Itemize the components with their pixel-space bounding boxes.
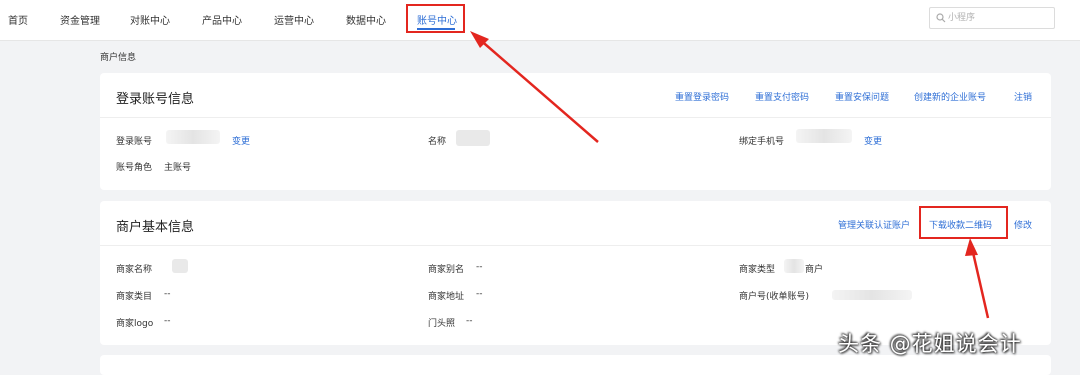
redacted-value [166,130,220,144]
login-account-card: 登录账号信息 重置登录密码 重置支付密码 重置安保问题 创建新的企业账号 注销 … [100,73,1051,190]
nav-item-reconciliation[interactable]: 对账中心 [130,12,170,27]
login-account-label: 登录账号 [116,137,153,147]
card-title: 商户基本信息 [116,220,195,235]
account-role-label: 账号角色 [116,163,153,173]
bound-phone-label: 绑定手机号 [739,137,785,147]
merchant-name-label: 商家名称 [116,265,153,275]
redacted-value [456,130,490,146]
merchant-category-label: 商家类目 [116,292,153,302]
card-header: 登录账号信息 重置登录密码 重置支付密码 重置安保问题 创建新的企业账号 注销 [100,73,1051,118]
nav-item-home[interactable]: 首页 [8,12,28,27]
merchant-info-card: 商户基本信息 管理关联认证账户 下载收款二维码 修改 商家名称 商家别名 -- … [100,201,1051,345]
search-input[interactable] [948,10,1048,26]
nav-item-operations[interactable]: 运营中心 [274,12,314,27]
nav-item-data[interactable]: 数据中心 [346,12,386,27]
merchant-alias-label: 商家别名 [428,265,465,275]
name-label: 名称 [428,137,447,147]
merchant-logo-label: 商家logo [116,319,154,329]
redacted-value [784,259,804,273]
reset-payment-password-link[interactable]: 重置支付密码 [755,90,809,103]
create-enterprise-account-link[interactable]: 创建新的企业账号 [914,90,986,103]
manage-linked-accounts-link[interactable]: 管理关联认证账户 [838,218,910,231]
page-title: 商户信息 [100,53,137,63]
merchant-logo-value: -- [164,316,171,326]
redacted-value [832,290,912,300]
merchant-number-label: 商户号(收单账号) [739,292,810,302]
merchant-alias-value: -- [476,262,483,272]
change-login-account-link[interactable]: 变更 [232,134,250,147]
search-icon [936,13,946,23]
card-header: 商户基本信息 管理关联认证账户 下载收款二维码 修改 [100,201,1051,246]
merchant-address-label: 商家地址 [428,292,465,302]
redacted-value [172,259,188,273]
reset-login-password-link[interactable]: 重置登录密码 [675,90,729,103]
reset-security-question-link[interactable]: 重置安保问题 [835,90,889,103]
merchant-type-value: 商户 [805,265,824,275]
watermark: 头条 @花姐说会计 [838,332,1022,356]
annotation-box-account-tab [406,4,465,33]
merchant-address-value: -- [476,289,483,299]
next-card [100,355,1051,375]
storefront-photo-label: 门头照 [428,319,456,329]
storefront-photo-value: -- [466,316,473,326]
deregister-link[interactable]: 注销 [1014,90,1032,103]
nav-item-funds[interactable]: 资金管理 [60,12,100,27]
merchant-category-value: -- [164,289,171,299]
card-title: 登录账号信息 [116,92,195,107]
edit-link[interactable]: 修改 [1014,218,1032,231]
top-navigation: 首页 资金管理 对账中心 产品中心 运营中心 数据中心 账号中心 [0,0,1080,41]
redacted-value [796,129,852,143]
annotation-box-download-qr [919,206,1008,239]
search-box[interactable] [929,7,1055,29]
merchant-type-label: 商家类型 [739,265,776,275]
nav-item-products[interactable]: 产品中心 [202,12,242,27]
change-phone-link[interactable]: 变更 [864,134,882,147]
account-role-value: 主账号 [164,163,192,173]
